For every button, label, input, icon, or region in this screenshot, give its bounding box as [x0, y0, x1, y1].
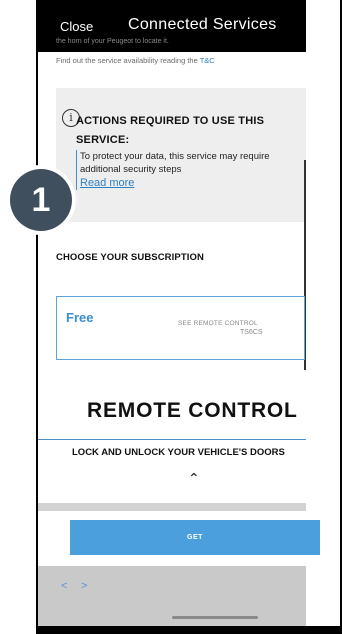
home-indicator[interactable] [172, 616, 258, 619]
chevron-up-icon[interactable]: ⌃ [188, 470, 200, 487]
terms-link[interactable]: T&C [200, 56, 215, 65]
availability-label: Find out the service availability readin… [56, 56, 200, 65]
section-separator [38, 503, 306, 511]
close-button[interactable]: Close [60, 19, 93, 34]
read-more-link[interactable]: Read more [80, 176, 302, 190]
step-badge: 1 [10, 169, 72, 231]
get-button[interactable]: GET [70, 520, 320, 555]
back-arrow-icon[interactable]: < [61, 580, 67, 592]
section-divider [38, 439, 306, 440]
notice-text: To protect your data, this service may r… [80, 151, 270, 175]
page-title: Connected Services [128, 16, 277, 33]
notice-title: ACTIONS REQUIRED TO USE THIS SERVICE: [76, 115, 265, 146]
plan-code: TS6CS [240, 329, 263, 336]
forward-arrow-icon[interactable]: > [81, 580, 87, 592]
service-subtitle: LOCK AND UNLOCK YOUR VEHICLE'S DOORS [72, 447, 285, 458]
subscription-heading: CHOOSE YOUR SUBSCRIPTION [56, 252, 204, 263]
notice-body: To protect your data, this service may r… [76, 150, 302, 190]
truncated-description: the horn of your Peugeot to locate it. [56, 38, 169, 45]
service-title: REMOTE CONTROL [87, 399, 298, 422]
plan-card-free[interactable] [56, 296, 305, 360]
see-remote-control-link[interactable]: SEE REMOTE CONTROL [178, 320, 258, 327]
availability-text: Find out the service availability readin… [56, 56, 215, 65]
plan-name: Free [66, 310, 94, 325]
